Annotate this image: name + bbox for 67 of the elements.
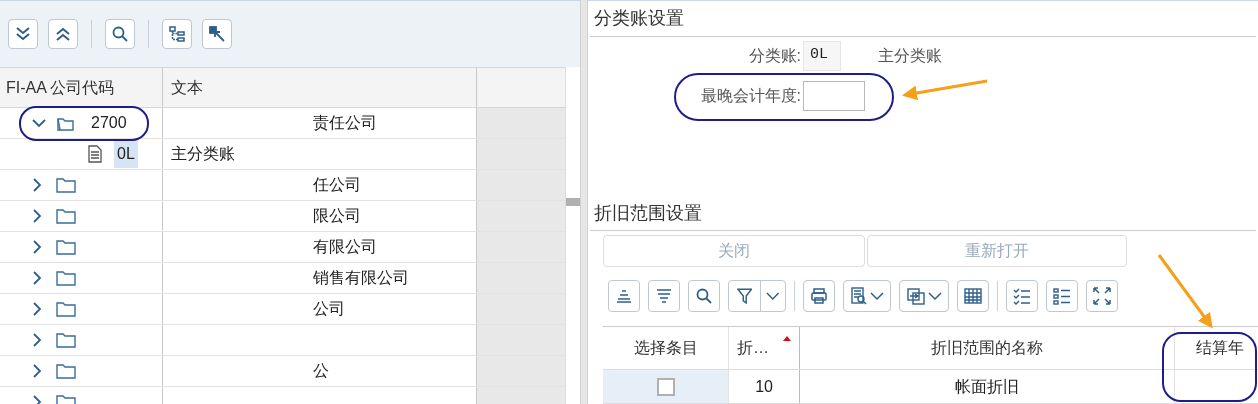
arrow-up-left-button[interactable] (202, 19, 232, 49)
collapse-all-icon (54, 25, 72, 43)
column-header[interactable]: FI-AA 公司代码 (0, 68, 163, 107)
section-title: 分类账设置 (590, 1, 1256, 37)
export-icon (906, 287, 925, 306)
caret-icon (869, 291, 884, 302)
fullscreen-icon (1093, 287, 1111, 306)
collapse-all-button[interactable] (48, 19, 78, 49)
action-button: 重新打开 (867, 235, 1127, 268)
checklist-button[interactable] (1006, 280, 1038, 313)
table-settings-icon (964, 288, 982, 305)
search-icon (695, 287, 713, 306)
action-button: 关闭 (603, 235, 865, 268)
folder-icon (56, 300, 76, 318)
filter-icon (737, 287, 753, 306)
list-button[interactable] (1046, 280, 1078, 313)
caret-icon (766, 291, 780, 302)
field-label: 最晚会计年度: (699, 85, 802, 106)
tree-node-label[interactable]: 0L (114, 140, 138, 168)
selection-cell[interactable] (603, 370, 729, 403)
column-header[interactable]: 文本 (163, 68, 477, 107)
search-button[interactable] (688, 280, 720, 313)
document-icon (88, 145, 102, 163)
checkbox[interactable] (656, 377, 675, 396)
folder-icon (56, 176, 76, 194)
checklist-icon (1013, 287, 1031, 306)
folder-icon (56, 362, 76, 380)
export-button[interactable] (899, 280, 949, 313)
tree-node[interactable]: 0L (0, 139, 163, 169)
table-cell: 帐面折旧 (800, 370, 1175, 403)
view-details-button[interactable] (843, 280, 891, 313)
folder-icon (56, 207, 76, 225)
input-field[interactable] (803, 80, 865, 111)
scrollbar-thumb[interactable] (566, 198, 580, 206)
table-settings-button[interactable] (957, 280, 989, 313)
column-header[interactable]: 折… (729, 327, 800, 369)
expand-all-icon (14, 25, 32, 43)
folder-icon (56, 269, 76, 287)
print-icon (810, 287, 828, 306)
filter-button[interactable] (728, 280, 786, 313)
list-icon (1053, 287, 1071, 306)
fullscreen-button[interactable] (1086, 280, 1118, 313)
view-details-icon (850, 287, 867, 306)
section-title: 折旧范围设置 (590, 195, 1256, 232)
sort-descending-button[interactable] (648, 280, 680, 313)
arrow-up-left-icon (208, 25, 226, 43)
folder-icon (56, 238, 76, 256)
sort-descending-icon (656, 289, 672, 304)
table-cell: 10 (729, 370, 800, 403)
expand-all-button[interactable] (8, 19, 38, 49)
print-button[interactable] (803, 280, 835, 313)
field-description: 主分类账 (878, 45, 942, 66)
search-icon (111, 25, 129, 43)
search-button[interactable] (105, 19, 135, 49)
hierarchy-button[interactable] (162, 19, 192, 49)
sort-ascending-icon (616, 289, 632, 304)
folder-icon (56, 331, 76, 349)
field-label: 分类账: (747, 45, 802, 66)
input-field[interactable]: 0L (803, 40, 841, 71)
caret-icon (927, 291, 942, 302)
hierarchy-icon (168, 25, 186, 43)
column-header[interactable]: 结算年 (1175, 327, 1258, 369)
tree-node[interactable]: 2700 (0, 108, 163, 138)
column-header[interactable]: 折旧范围的名称 (800, 327, 1175, 369)
sort-ascending-button[interactable] (608, 280, 640, 313)
column-header[interactable]: 选择条目 (603, 327, 729, 369)
chevron-down-icon[interactable] (32, 118, 46, 128)
